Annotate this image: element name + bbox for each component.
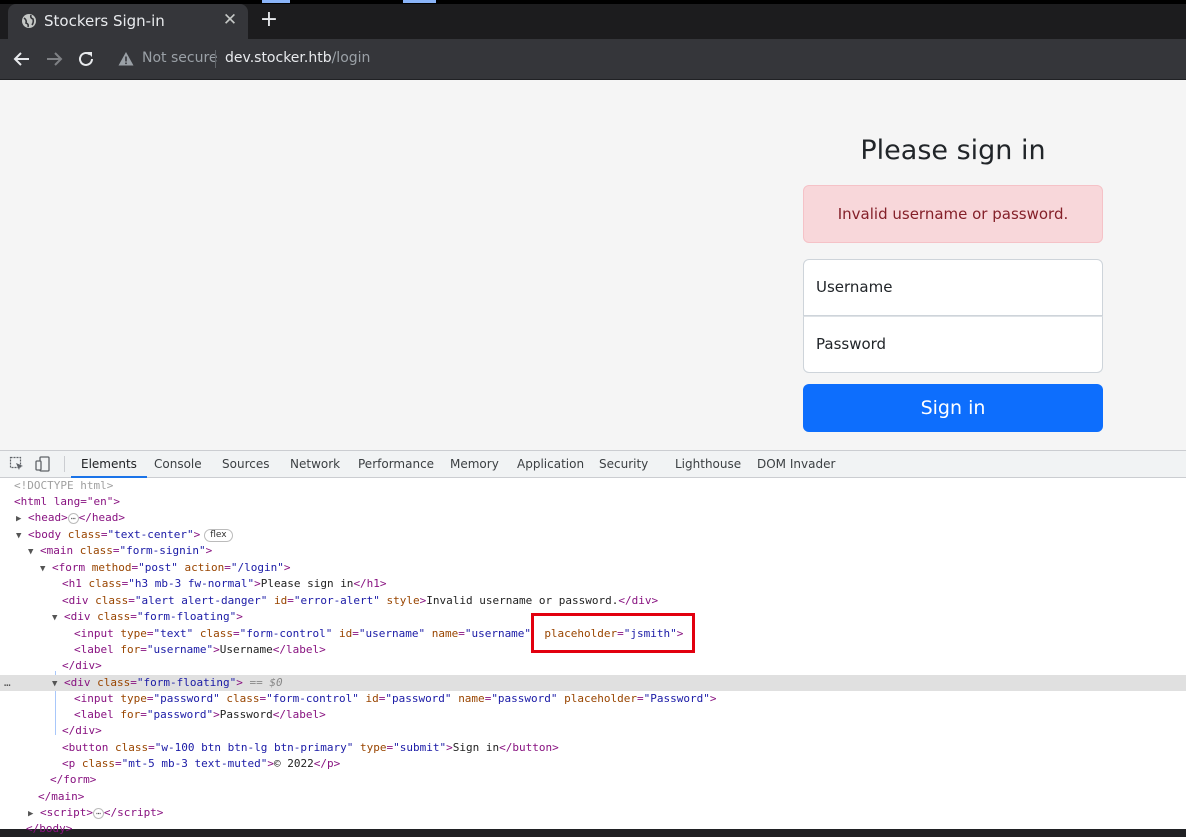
tab-network[interactable]: Network	[290, 451, 340, 478]
dom-line[interactable]: <input type="password" class="form-contr…	[0, 691, 1186, 707]
dom-line[interactable]: <!DOCTYPE html>	[0, 478, 1186, 494]
username-field[interactable]: Username	[803, 259, 1103, 316]
device-toolbar-icon[interactable]	[35, 456, 51, 472]
reload-icon[interactable]	[76, 49, 96, 69]
dom-line[interactable]: <div class="alert alert-danger" id="erro…	[0, 593, 1186, 609]
globe-icon	[21, 13, 37, 29]
password-label: Password	[816, 335, 887, 353]
back-arrow-icon[interactable]	[12, 49, 32, 69]
tab-performance[interactable]: Performance	[358, 451, 434, 478]
forward-arrow-icon[interactable]	[44, 49, 64, 69]
url-text[interactable]: dev.stocker.htb/login	[225, 50, 370, 66]
placeholder-highlight-box	[531, 613, 695, 653]
more-options-icon[interactable]: …	[4, 675, 11, 691]
tab-console[interactable]: Console	[154, 451, 202, 478]
tab-elements[interactable]: Elements	[71, 451, 147, 478]
password-field[interactable]: Password	[803, 316, 1103, 373]
dom-line[interactable]: ▶ <head> ⋯ </head>	[0, 510, 1186, 526]
tab-indicator	[403, 0, 436, 3]
page-title: Please sign in	[860, 135, 1046, 166]
dom-line-selected[interactable]: … ▼ <div class="form-floating"> == $0	[0, 675, 1186, 691]
dom-line[interactable]: <label for="password">Password</label>	[0, 707, 1186, 723]
url-path: /login	[331, 50, 371, 66]
dom-line[interactable]: <h1 class="h3 mb-3 fw-normal">Please sig…	[0, 576, 1186, 592]
browser-tab[interactable]: Stockers Sign-in ✕	[8, 4, 248, 39]
collapsed-ellipsis-icon[interactable]: ⋯	[67, 512, 79, 524]
tab-lighthouse[interactable]: Lighthouse	[675, 451, 741, 478]
dom-line[interactable]: ▼ <body class="text-center"> flex	[0, 527, 1186, 543]
inspect-element-icon[interactable]	[9, 456, 25, 472]
dom-line[interactable]: </div>	[0, 723, 1186, 739]
page-viewport: Please sign in Invalid username or passw…	[0, 80, 1186, 450]
dom-line[interactable]: </main>	[0, 789, 1186, 805]
error-alert: Invalid username or password.	[803, 185, 1103, 243]
warning-icon[interactable]	[118, 51, 134, 67]
dom-line[interactable]: <button class="w-100 btn btn-lg btn-prim…	[0, 740, 1186, 756]
username-label: Username	[816, 278, 893, 296]
collapsed-ellipsis-icon[interactable]: ⋯	[93, 807, 104, 819]
plus-icon[interactable]: +	[258, 9, 280, 31]
tab-dom-invader[interactable]: DOM Invader	[757, 451, 835, 478]
tab-sources[interactable]: Sources	[222, 451, 269, 478]
tab-memory[interactable]: Memory	[450, 451, 499, 478]
dom-line[interactable]: ▼ <form method="post" action="/login">	[0, 560, 1186, 576]
close-icon[interactable]: ✕	[221, 11, 239, 29]
flex-badge[interactable]: flex	[204, 528, 233, 542]
tab-indicator	[262, 0, 290, 3]
devtools-divider	[64, 456, 65, 472]
tab-title: Stockers Sign-in	[44, 12, 165, 30]
dom-line[interactable]: </div>	[0, 658, 1186, 674]
dom-line[interactable]: ▼ <main class="form-signin">	[0, 543, 1186, 559]
dom-tree: <!DOCTYPE html> <html lang="en"> ▶ <head>…	[0, 478, 1186, 835]
security-status-label[interactable]: Not secure	[142, 50, 218, 66]
dom-line[interactable]: <p class="mt-5 mb-3 text-muted">© 2022</…	[0, 756, 1186, 772]
devtools-tab-bar: Elements Console Sources Network Perform…	[0, 451, 1186, 478]
dom-line[interactable]: ▶ <script> ⋯ </script>	[0, 805, 1186, 821]
tab-application[interactable]: Application	[517, 451, 584, 478]
tab-security[interactable]: Security	[599, 451, 648, 478]
omnibox-divider	[215, 50, 216, 68]
dom-line[interactable]: <html lang="en">	[0, 494, 1186, 510]
tab-strip: Stockers Sign-in ✕ +	[0, 0, 1186, 39]
dom-line[interactable]: </body>	[0, 821, 1186, 837]
dom-line[interactable]: </form>	[0, 772, 1186, 788]
url-host: dev.stocker.htb	[225, 50, 332, 66]
sign-in-button[interactable]: Sign in	[803, 384, 1103, 432]
